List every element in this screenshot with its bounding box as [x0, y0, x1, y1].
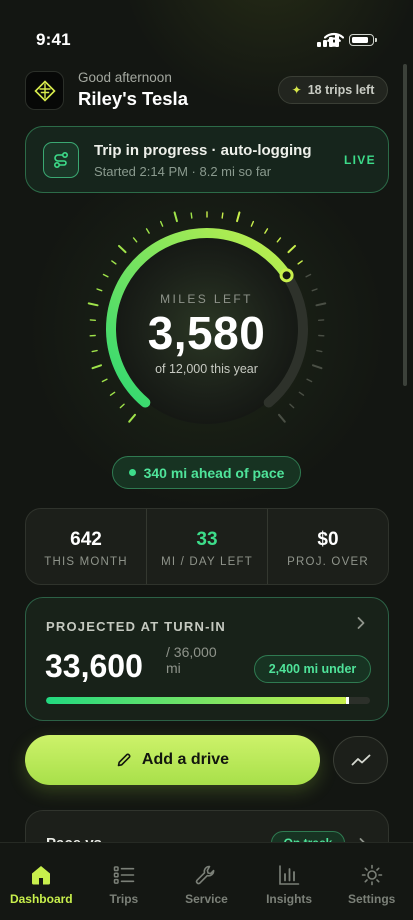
projection-marker — [346, 697, 350, 704]
tab-bar: Dashboard Trips Service Insights Setting… — [0, 842, 413, 920]
stat-value: 642 — [70, 529, 102, 550]
trips-left-badge[interactable]: ✦ 18 trips left — [278, 76, 388, 104]
stat-mi-per-day-left: 33 MI / DAY LEFT — [146, 509, 267, 584]
projection-progress-fill — [46, 697, 349, 704]
tab-label: Service — [185, 892, 228, 906]
diamond-logo-icon — [25, 71, 64, 110]
stat-value: 33 — [196, 529, 218, 550]
trend-button[interactable] — [333, 736, 388, 784]
gauge-tick — [128, 413, 137, 423]
stat-label: PROJ. OVER — [287, 556, 369, 568]
status-dot-icon — [128, 469, 136, 476]
gauge-tick — [236, 211, 241, 223]
gauge-tick — [298, 391, 305, 396]
miles-left-label: MILES LEFT — [160, 292, 253, 306]
trips-left-label: 18 trips left — [307, 83, 375, 97]
gauge-tick — [119, 403, 125, 409]
gauge-tick — [159, 220, 164, 227]
under-badge: 2,400 mi under — [254, 655, 371, 683]
gauge-tick — [221, 212, 224, 219]
projection-allowance: / 36,000 — [166, 644, 217, 660]
add-drive-label: Add a drive — [141, 751, 230, 768]
miles-left-subtitle: of 12,000 this year — [155, 362, 258, 376]
tab-label: Dashboard — [9, 892, 73, 906]
chevron-right-icon — [357, 617, 365, 629]
stat-projected-over: $0 PROJ. OVER — [267, 509, 388, 584]
trip-title: Trip in progress · auto-logging — [94, 142, 312, 159]
list-icon — [111, 863, 137, 887]
projection-unit: mi — [166, 660, 181, 676]
gauge-tick — [96, 288, 103, 292]
tab-label: Trips — [109, 892, 139, 906]
tab-trips[interactable]: Trips — [83, 843, 166, 920]
gauge-tick — [311, 288, 318, 292]
stat-this-month: 642 THIS MONTH — [26, 509, 146, 584]
stat-value: $0 — [317, 529, 339, 550]
projection-title: PROJECTED AT TURN-IN — [46, 619, 226, 634]
gauge-tick — [132, 237, 138, 243]
pace-status-pill[interactable]: 340 mi ahead of pace — [112, 456, 301, 489]
gauge-tick — [250, 220, 255, 227]
tab-label: Settings — [348, 892, 396, 906]
trend-chart-icon — [351, 754, 370, 766]
wifi-icon — [324, 32, 344, 47]
stat-label: MI / DAY LEFT — [161, 556, 253, 568]
sparkle-icon: ✦ — [291, 83, 302, 97]
gauge-tick — [109, 391, 116, 396]
gear-icon — [359, 863, 385, 887]
gauge-tick — [145, 228, 150, 234]
tab-dashboard[interactable]: Dashboard — [0, 843, 83, 920]
tab-label: Insights — [266, 892, 313, 906]
stat-label: THIS MONTH — [44, 556, 128, 568]
gauge-tick — [102, 273, 109, 278]
projection-progress-track — [46, 697, 370, 704]
gauge-tick — [111, 260, 117, 265]
gauge-tick — [190, 212, 193, 219]
pencil-icon — [117, 753, 131, 767]
gauge-knob — [279, 268, 294, 283]
gauge-tick — [173, 211, 178, 223]
status-time: 9:41 — [36, 30, 71, 49]
add-drive-button[interactable]: Add a drive — [25, 735, 320, 785]
live-indicator: LIVE — [344, 153, 376, 167]
projected-turn-in-card[interactable]: PROJECTED AT TURN-IN 33,600 / 36,000 mi … — [25, 597, 389, 721]
gauge-tick — [297, 260, 303, 265]
battery-icon — [349, 34, 377, 46]
home-icon — [28, 863, 54, 887]
gauge-tick — [101, 378, 108, 383]
wrench-icon — [193, 863, 219, 887]
vehicle-name[interactable]: Riley's Tesla — [78, 88, 188, 110]
stats-row: 642 THIS MONTH 33 MI / DAY LEFT $0 PROJ.… — [25, 508, 389, 585]
tab-insights[interactable]: Insights — [248, 843, 331, 920]
gauge-tick — [276, 237, 282, 243]
bar-chart-icon — [276, 863, 302, 887]
trip-in-progress-card[interactable]: Trip in progress · auto-logging Started … — [25, 126, 389, 193]
tab-service[interactable]: Service — [165, 843, 248, 920]
greeting-text: Good afternoon — [78, 70, 172, 85]
miles-left-value: 3,580 — [147, 307, 266, 359]
projection-value: 33,600 — [45, 648, 143, 684]
gauge-tick — [287, 244, 297, 254]
gauge-tick — [277, 413, 286, 423]
pace-label: 340 mi ahead of pace — [143, 464, 285, 481]
gauge-tick — [289, 403, 295, 409]
route-icon — [43, 142, 79, 178]
gauge-tick — [306, 378, 313, 383]
tab-settings[interactable]: Settings — [330, 843, 413, 920]
gauge-tick — [117, 244, 127, 254]
gauge-tick — [264, 228, 269, 234]
projection-total: / 36,000 mi — [166, 644, 236, 676]
gauge-tick — [305, 273, 312, 278]
trip-subtitle: Started 2:14 PM · 8.2 mi so far — [94, 164, 272, 179]
